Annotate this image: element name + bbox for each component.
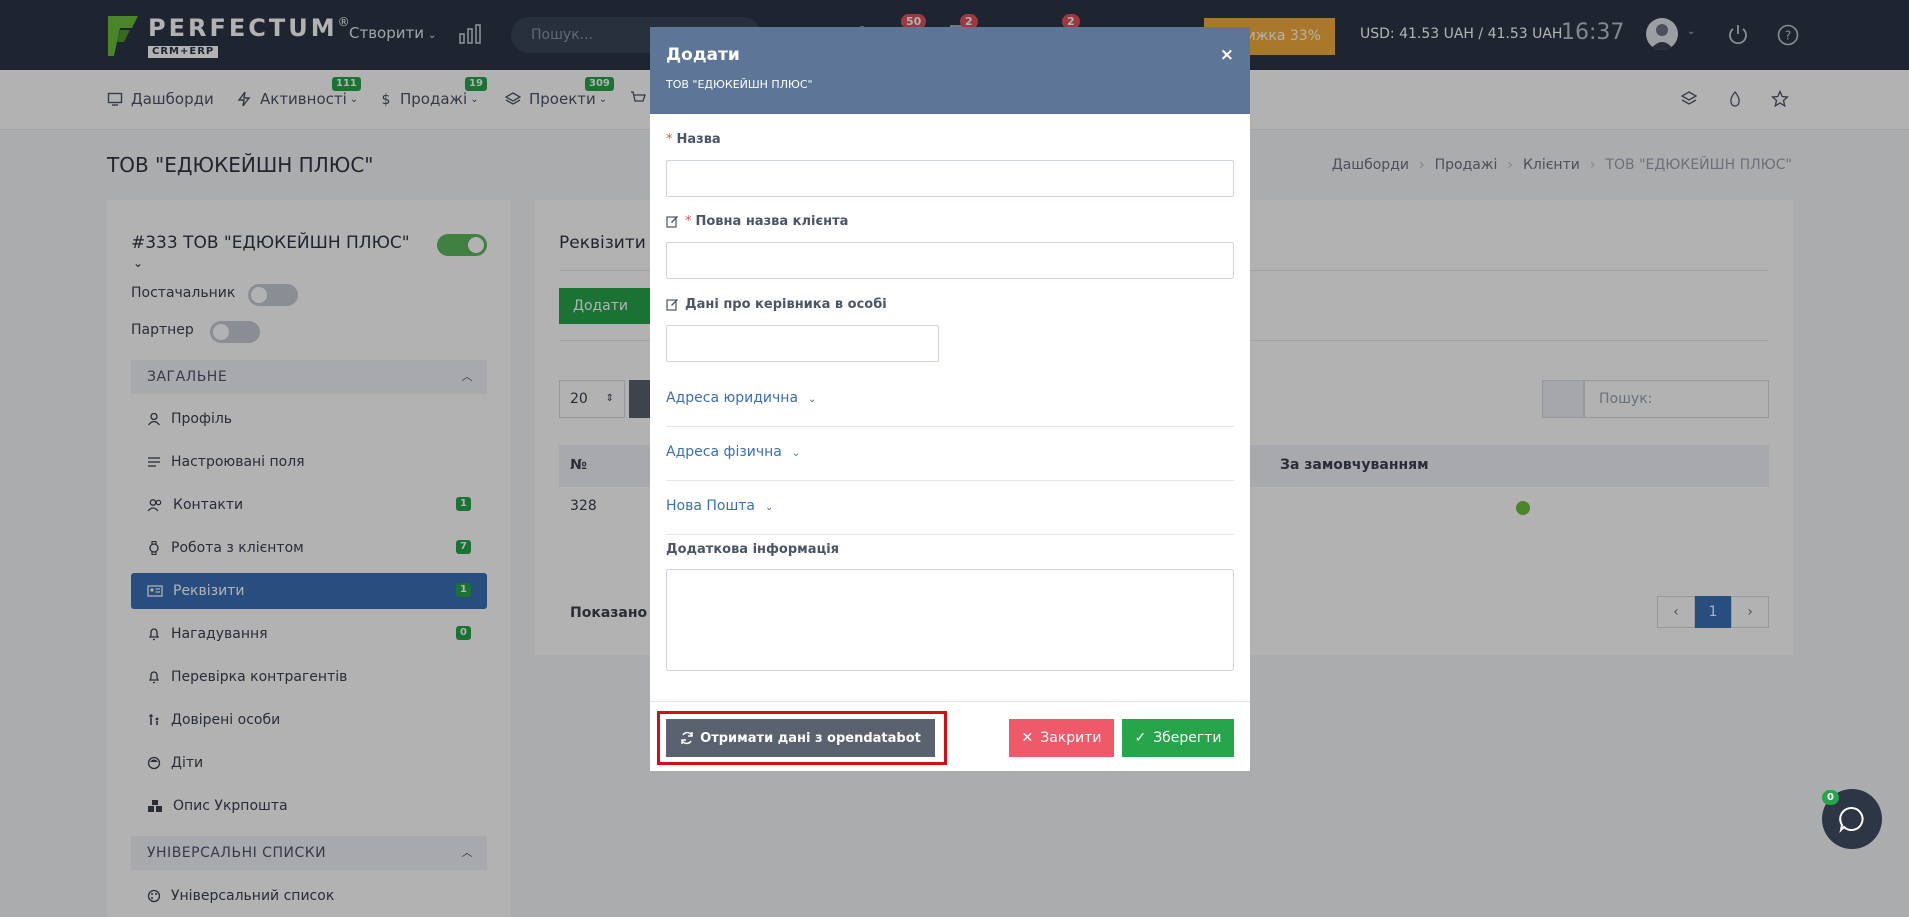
name-input[interactable] (666, 160, 1234, 197)
chevron-down-icon: ⌄ (765, 502, 774, 513)
chevron-down-icon: ⌄ (808, 394, 817, 405)
close-label: Закрити (1040, 730, 1102, 746)
edit-icon[interactable] (666, 215, 679, 228)
save-label: Зберегти (1153, 730, 1222, 746)
director-label: Дані про керівника в особі (666, 297, 887, 312)
director-label-text: Дані про керівника в особі (685, 297, 887, 312)
name-label: * Назва (666, 132, 721, 147)
modal-subtitle: ТОВ "ЕДЮКЕЙШН ПЛЮС" (666, 78, 813, 91)
full-name-input[interactable] (666, 242, 1234, 279)
extra-info-label-text: Додаткова інформація (666, 542, 840, 557)
extra-info-textarea[interactable] (666, 569, 1234, 671)
modal-footer-divider (650, 701, 1250, 702)
nova-poshta-toggle[interactable]: Нова Пошта ⌄ (666, 481, 1234, 535)
director-input[interactable] (666, 325, 939, 362)
check-icon: ✓ (1134, 730, 1147, 746)
chat-badge: 0 (1822, 790, 1839, 805)
chevron-down-icon: ⌄ (791, 448, 801, 459)
opendatabot-label: Отримати дані з opendatabot (700, 730, 921, 746)
close-icon: ✕ (1021, 730, 1034, 746)
close-button[interactable]: ✕ Закрити (1009, 719, 1114, 757)
edit-icon[interactable] (666, 298, 679, 311)
physical-address-label: Адреса фізична (666, 444, 782, 460)
modal-header: Додати ТОВ "ЕДЮКЕЙШН ПЛЮС" × (650, 27, 1250, 114)
legal-address-label: Адреса юридична (666, 390, 799, 406)
name-label-text: Назва (676, 132, 721, 147)
save-button[interactable]: ✓ Зберегти (1122, 719, 1234, 757)
nova-poshta-label: Нова Пошта (666, 498, 756, 514)
opendatabot-button[interactable]: Отримати дані з opendatabot (666, 719, 935, 757)
full-name-label: * Повна назва клієнта (666, 214, 848, 229)
extra-info-label: Додаткова інформація (666, 542, 839, 557)
required-mark: * (685, 214, 692, 229)
add-requisite-modal: Додати ТОВ "ЕДЮКЕЙШН ПЛЮС" × * Назва * Пов… (650, 27, 1250, 771)
close-icon[interactable]: × (1220, 45, 1234, 65)
modal-title: Додати (666, 45, 740, 65)
legal-address-toggle[interactable]: Адреса юридична ⌄ (666, 373, 1234, 427)
required-mark: * (666, 132, 673, 147)
full-name-label-text: Повна назва клієнта (695, 214, 849, 229)
chat-bubble-icon (1839, 806, 1864, 833)
physical-address-toggle[interactable]: Адреса фізична ⌄ (666, 427, 1234, 481)
refresh-icon (681, 731, 693, 745)
